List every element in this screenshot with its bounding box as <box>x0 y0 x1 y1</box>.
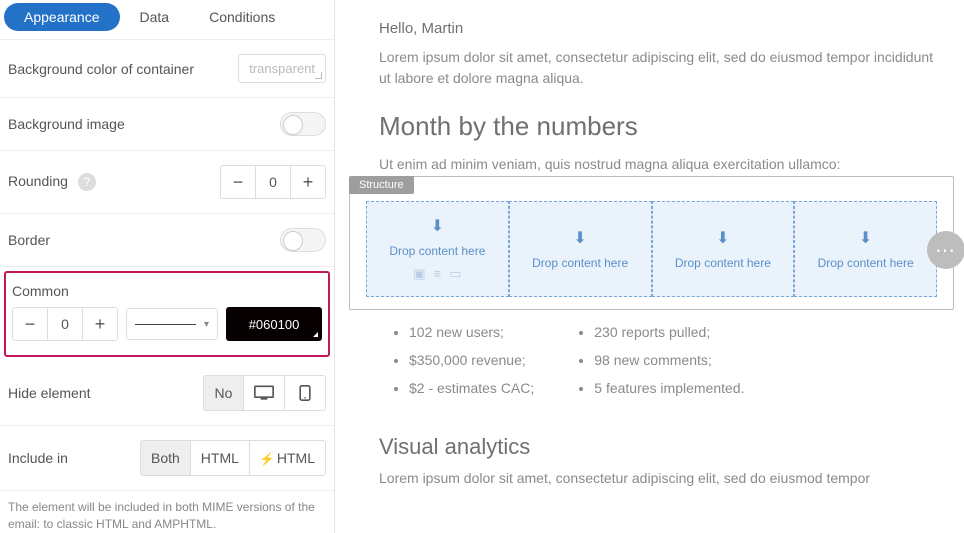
hide-option-mobile[interactable] <box>285 376 325 410</box>
rounding-plus[interactable]: + <box>291 166 325 198</box>
download-icon: ⬇ <box>859 228 872 248</box>
list-item: 102 new users; <box>409 324 534 340</box>
dropzone-label: Drop content here <box>532 256 628 270</box>
tab-conditions[interactable]: Conditions <box>189 3 295 31</box>
include-option-html[interactable]: HTML <box>191 441 250 475</box>
stats-columns: 102 new users; $350,000 revenue; $2 - es… <box>409 324 944 408</box>
common-plus[interactable]: + <box>83 308 117 340</box>
hide-option-desktop[interactable] <box>244 376 285 410</box>
structure-tag: Structure <box>349 176 414 194</box>
rounding-minus[interactable]: − <box>221 166 255 198</box>
include-option-amp[interactable]: HTML <box>250 441 325 475</box>
dropzone-3[interactable]: ⬇ Drop content here <box>652 201 795 297</box>
hide-element-label: Hide element <box>8 385 91 401</box>
text-icon: ≡ <box>434 266 442 282</box>
include-in-label: Include in <box>8 450 68 466</box>
border-row: Border <box>0 214 334 267</box>
more-button[interactable]: ⋯ <box>927 231 964 269</box>
mobile-icon <box>295 385 315 401</box>
border-color-picker[interactable]: #060100 <box>226 307 322 341</box>
rounding-stepper[interactable]: − 0 + <box>220 165 326 199</box>
bg-color-picker[interactable]: transparent <box>238 54 326 83</box>
common-minus[interactable]: − <box>13 308 47 340</box>
rounding-row: Rounding ? − 0 + <box>0 151 334 214</box>
dropzones: ⬇ Drop content here ▣ ≡ ▭ ⬇ Drop content… <box>366 201 937 297</box>
hide-element-segment: No <box>203 375 326 411</box>
heading-month: Month by the numbers <box>379 111 944 142</box>
stats-left: 102 new users; $350,000 revenue; $2 - es… <box>409 324 534 408</box>
common-stepper[interactable]: − 0 + <box>12 307 118 341</box>
bg-image-toggle[interactable] <box>280 112 326 136</box>
desktop-icon <box>254 385 274 401</box>
dropzone-4[interactable]: ⬇ Drop content here <box>794 201 937 297</box>
download-icon: ⬇ <box>716 228 729 248</box>
bolt-icon <box>260 450 277 466</box>
bg-image-row: Background image <box>0 98 334 151</box>
list-item: $2 - estimates CAC; <box>409 380 534 396</box>
button-icon: ▭ <box>449 266 461 282</box>
border-label: Border <box>8 232 50 248</box>
border-style-select[interactable]: ▾ <box>126 308 218 340</box>
dropzone-2[interactable]: ⬇ Drop content here <box>509 201 652 297</box>
common-block: Common − 0 + ▾ #060100 <box>4 271 330 357</box>
common-label: Common <box>12 283 322 299</box>
include-in-note: The element will be included in both MIM… <box>0 491 334 533</box>
greeting-text: Hello, Martin <box>379 20 944 37</box>
hide-option-no[interactable]: No <box>204 376 244 410</box>
content-type-icons: ▣ ≡ ▭ <box>413 266 461 282</box>
hide-element-row: Hide element No <box>0 361 334 426</box>
include-in-segment: Both HTML HTML <box>140 440 326 476</box>
tab-appearance[interactable]: Appearance <box>4 3 120 31</box>
dropzone-label: Drop content here <box>675 256 771 270</box>
list-item: 5 features implemented. <box>594 380 744 396</box>
settings-tabs: Appearance Data Conditions <box>0 0 334 33</box>
intro-text: Lorem ipsum dolor sit amet, consectetur … <box>379 47 944 89</box>
image-icon: ▣ <box>413 266 425 282</box>
common-value: 0 <box>47 308 83 340</box>
rounding-label: Rounding ? <box>8 173 96 191</box>
subtext-1: Ut enim ad minim veniam, quis nostrud ma… <box>379 156 944 172</box>
include-option-both[interactable]: Both <box>141 441 191 475</box>
tab-data[interactable]: Data <box>120 3 190 31</box>
dropzone-1[interactable]: ⬇ Drop content here ▣ ≡ ▭ <box>366 201 509 297</box>
list-item: 98 new comments; <box>594 352 744 368</box>
bg-image-label: Background image <box>8 116 125 132</box>
download-icon: ⬇ <box>573 228 586 248</box>
settings-sidebar: Appearance Data Conditions Background co… <box>0 0 335 533</box>
line-preview <box>135 324 196 325</box>
rounding-value: 0 <box>255 166 291 198</box>
dropzone-label: Drop content here <box>818 256 914 270</box>
dropzone-label: Drop content here <box>389 244 485 258</box>
border-toggle[interactable] <box>280 228 326 252</box>
chevron-down-icon: ▾ <box>204 319 209 330</box>
heading-visual: Visual analytics <box>379 434 944 460</box>
help-icon[interactable]: ? <box>78 173 96 191</box>
list-item: $350,000 revenue; <box>409 352 534 368</box>
structure-block[interactable]: Structure ⬇ Drop content here ▣ ≡ ▭ ⬇ Dr… <box>349 176 954 310</box>
list-item: 230 reports pulled; <box>594 324 744 340</box>
subtext-2: Lorem ipsum dolor sit amet, consectetur … <box>379 470 944 486</box>
bg-color-label: Background color of container <box>8 61 194 77</box>
stats-right: 230 reports pulled; 98 new comments; 5 f… <box>594 324 744 408</box>
email-canvas: Hello, Martin Lorem ipsum dolor sit amet… <box>335 0 964 533</box>
download-icon: ⬇ <box>431 216 444 236</box>
include-in-row: Include in Both HTML HTML <box>0 426 334 491</box>
bg-color-row: Background color of container transparen… <box>0 39 334 98</box>
